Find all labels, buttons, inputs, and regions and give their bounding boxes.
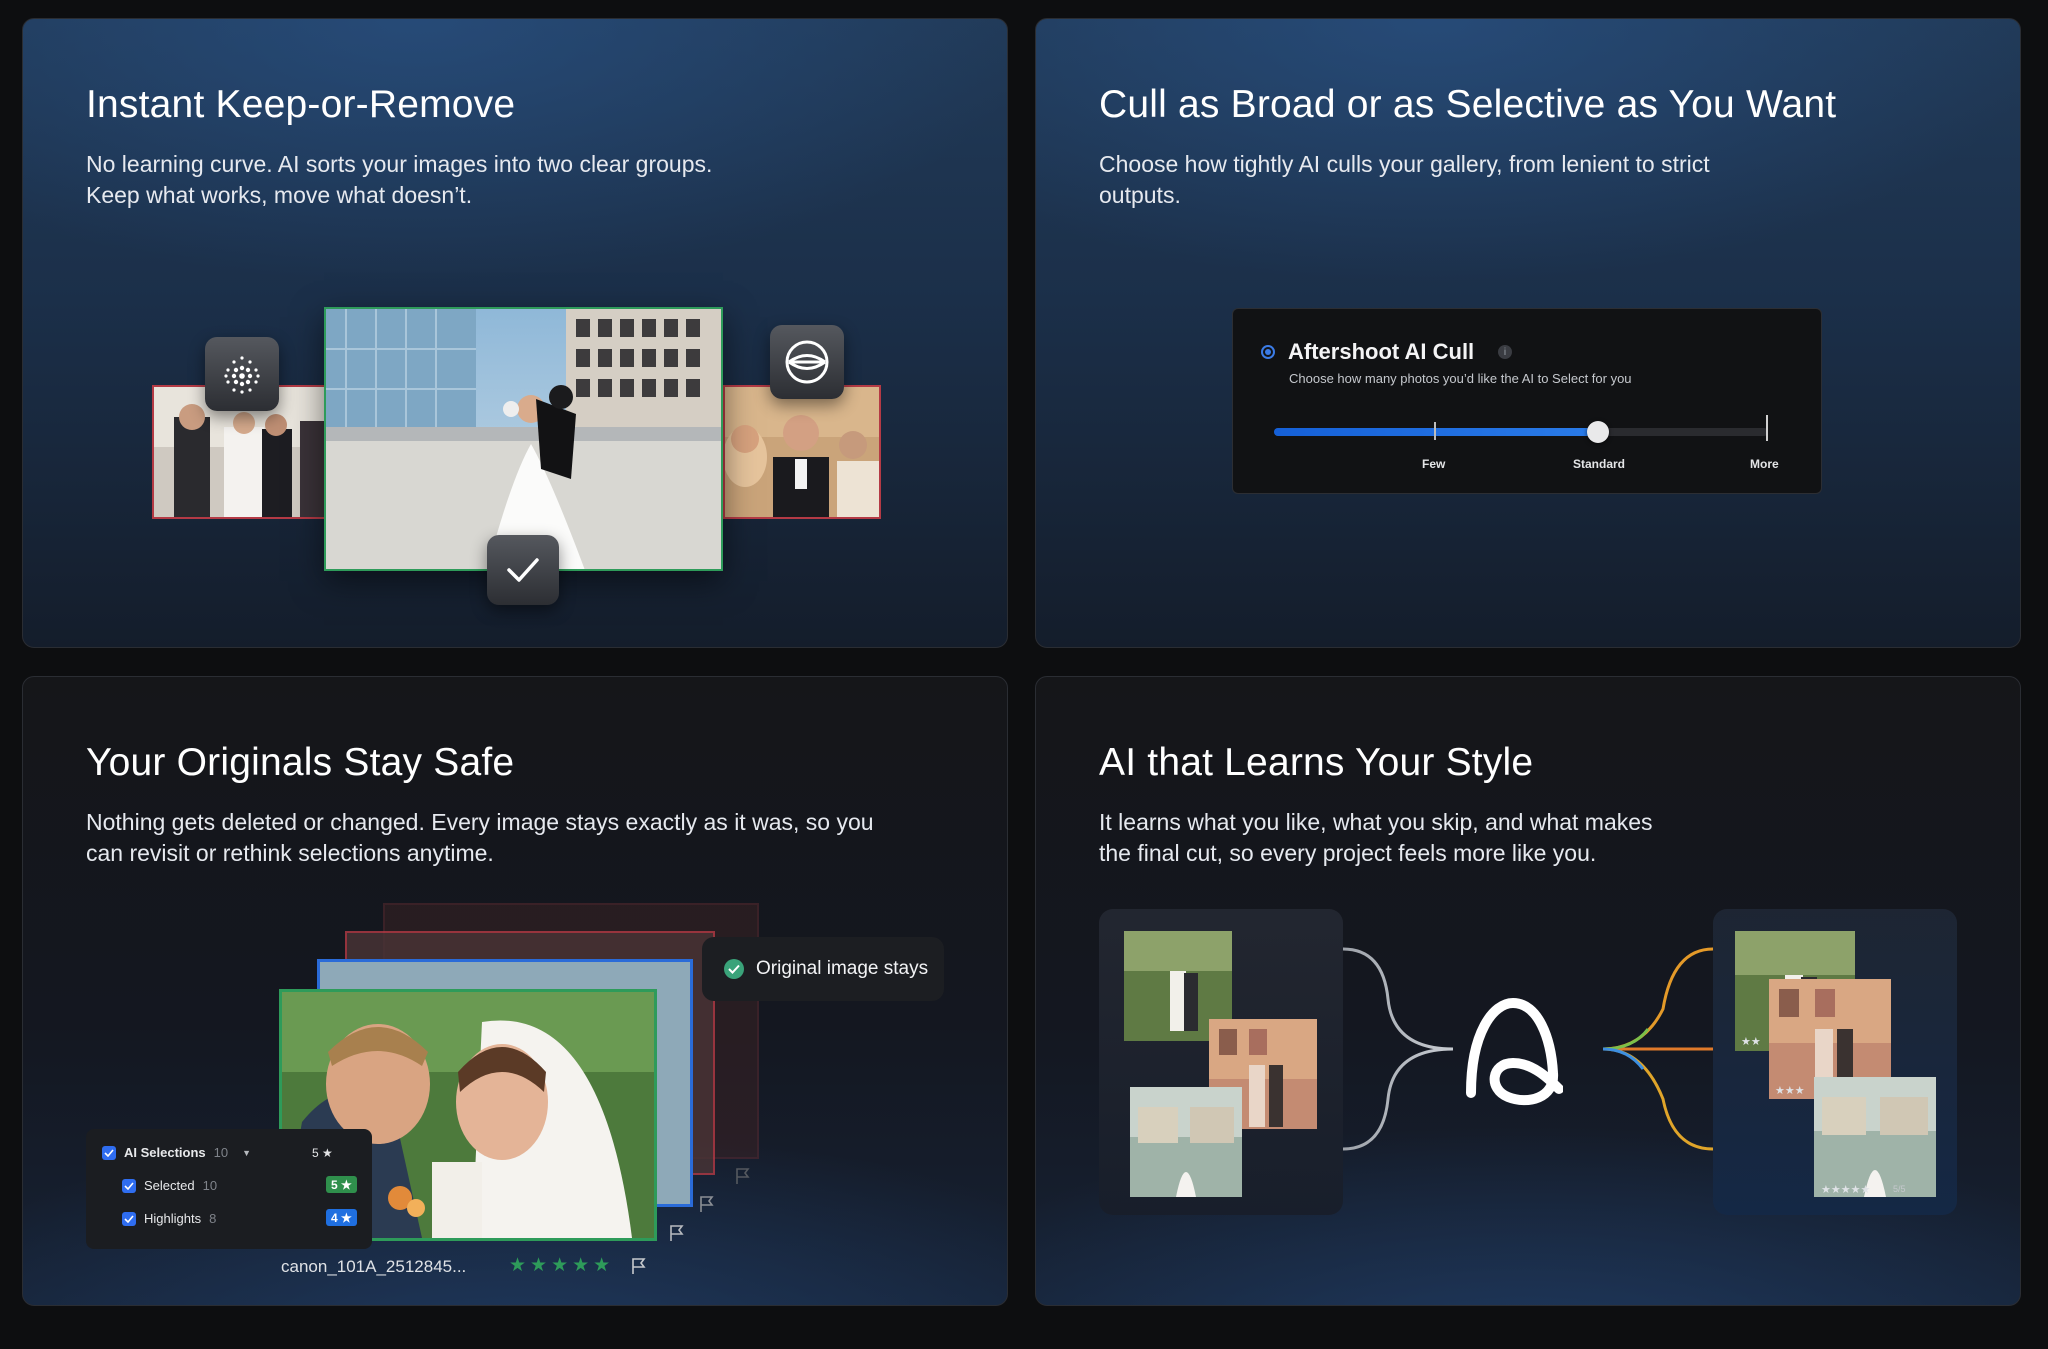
- row-count: 8: [209, 1211, 217, 1226]
- desc-line: the final cut, so every project feels mo…: [1099, 840, 1597, 866]
- highlights-row[interactable]: Highlights 8: [122, 1211, 216, 1226]
- cull-slider[interactable]: [1274, 415, 1768, 443]
- ai-cull-widget: Aftershoot AI Cull i Choose how many pho…: [1232, 308, 1822, 494]
- checkbox-checked-icon[interactable]: [122, 1211, 136, 1226]
- slider-tick-few: [1434, 422, 1436, 440]
- slider-label-few: Few: [1422, 457, 1446, 471]
- widget-title: Aftershoot AI Cull: [1288, 339, 1475, 364]
- card-title: Instant Keep-or-Remove: [86, 83, 516, 126]
- widget-subtitle: Choose how many photos you’d like the AI…: [1289, 371, 1632, 386]
- card-originals-safe: Your Originals Stay Safe Nothing gets de…: [22, 676, 1008, 1306]
- star-count: 5: [331, 1177, 338, 1192]
- card-title: Cull as Broad or as Selective as You Wan…: [1099, 83, 1837, 126]
- card-description: No learning curve. AI sorts your images …: [86, 149, 986, 211]
- slider-label-more: More: [1750, 457, 1779, 471]
- slider-label-standard: Standard: [1573, 457, 1626, 471]
- card-learns-style: AI that Learns Your Style It learns what…: [1035, 676, 2021, 1306]
- ai-sparkle-icon: [205, 337, 279, 411]
- radio-button[interactable]: [1261, 345, 1275, 359]
- desc-line: can revisit or rethink selections anytim…: [86, 840, 494, 866]
- photo-couple-rooftop: [326, 309, 721, 569]
- desc-line: Keep what works, move what doesn’t.: [86, 182, 473, 208]
- rejected-photo-right[interactable]: [723, 385, 881, 519]
- selected-row[interactable]: Selected 10: [122, 1178, 217, 1193]
- slider-tick-more: [1766, 415, 1768, 441]
- ai-selections-stars: 5 ★: [312, 1146, 333, 1160]
- slider-thumb[interactable]: [1587, 421, 1609, 443]
- rating-stars: ★★★★★: [1821, 1184, 1871, 1196]
- rating-stars: ★★★: [1775, 1085, 1805, 1097]
- file-name: canon_101A_2512845...: [281, 1257, 467, 1276]
- photo-thumb: [1814, 1077, 1936, 1197]
- desc-line: No learning curve. AI sorts your images …: [86, 151, 713, 177]
- aftershoot-logo-icon: [1453, 993, 1564, 1118]
- card-description: Nothing gets deleted or changed. Every i…: [86, 807, 986, 869]
- checkmark-icon: [487, 535, 559, 605]
- checkbox-checked-icon[interactable]: [102, 1145, 116, 1160]
- row-label: AI Selections: [124, 1145, 206, 1160]
- flag-icon[interactable]: [699, 1195, 715, 1218]
- rating-stars: ★★: [1741, 1036, 1761, 1048]
- card-description: Choose how tightly AI culls your gallery…: [1099, 149, 1999, 211]
- star-count: 5: [312, 1146, 319, 1160]
- card-title: Your Originals Stay Safe: [86, 741, 515, 784]
- flag-icon[interactable]: [631, 1257, 647, 1280]
- card-cull-range: Cull as Broad or as Selective as You Wan…: [1035, 18, 2021, 648]
- photo-thumb: [1130, 1087, 1242, 1197]
- desc-line: It learns what you like, what you skip, …: [1099, 809, 1653, 835]
- row-label: Selected: [144, 1178, 195, 1193]
- kept-photo-main[interactable]: [324, 307, 723, 571]
- row-count: 10: [213, 1145, 229, 1160]
- row-label: Highlights: [144, 1211, 202, 1226]
- chevron-down-icon[interactable]: ▼: [242, 1148, 251, 1158]
- desc-line: outputs.: [1099, 182, 1181, 208]
- star-count: 4: [331, 1210, 338, 1225]
- green-star-badge: 5 ★: [326, 1176, 357, 1193]
- card-title: AI that Learns Your Style: [1099, 741, 1534, 784]
- flag-icon[interactable]: [735, 1167, 751, 1190]
- ai-selections-row[interactable]: AI Selections 10 ▼: [102, 1145, 251, 1160]
- card-description: It learns what you like, what you skip, …: [1099, 807, 1999, 869]
- desc-line: Nothing gets deleted or changed. Every i…: [86, 809, 874, 835]
- row-count: 10: [202, 1178, 218, 1193]
- blue-star-badge: 4 ★: [326, 1209, 357, 1226]
- original-image-badge: Original image stays: [702, 937, 944, 1001]
- photo-groom-group: [725, 387, 879, 517]
- check-circle-icon: [724, 959, 744, 979]
- input-photos-panel: [1099, 909, 1343, 1215]
- star-rating[interactable]: ★★★★★: [509, 1254, 614, 1277]
- flag-icon[interactable]: [669, 1224, 685, 1247]
- output-photos-panel: ★★ ★★★ ★★★★★ 5/5: [1713, 909, 1957, 1215]
- selections-panel: AI Selections 10 ▼ 5 ★ Selected 10 5 ★ H…: [86, 1129, 372, 1249]
- score-label: 5/5: [1893, 1184, 1906, 1194]
- badge-label: Original image stays: [756, 958, 929, 979]
- eye-hidden-icon: [770, 325, 844, 399]
- card-keep-or-remove: Instant Keep-or-Remove No learning curve…: [22, 18, 1008, 648]
- checkbox-checked-icon[interactable]: [122, 1178, 136, 1193]
- info-icon[interactable]: i: [1498, 345, 1512, 359]
- desc-line: Choose how tightly AI culls your gallery…: [1099, 151, 1710, 177]
